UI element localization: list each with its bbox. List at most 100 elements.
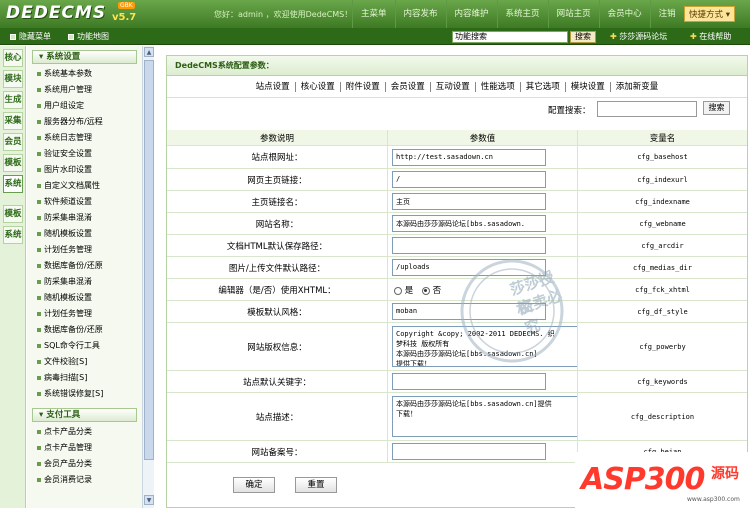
menu-item[interactable]: 病毒扫描[S]	[27, 370, 142, 386]
tab-attachment[interactable]: 附件设置	[341, 81, 386, 92]
menu-item[interactable]: 计划任务管理	[27, 306, 142, 322]
keywords-input[interactable]	[392, 373, 546, 390]
row-var: cfg_medias_dir	[577, 257, 747, 278]
config-search-input[interactable]	[597, 101, 697, 117]
row-value-cell	[387, 371, 577, 392]
row-var: cfg_basehost	[577, 146, 747, 168]
df-style-input[interactable]: moban	[392, 303, 546, 320]
menu-item[interactable]: 系统基本参数	[27, 66, 142, 82]
tab-module[interactable]: 模块设置	[566, 81, 611, 92]
left-menu: ▾ 系统设置 系统基本参数 系统用户管理 用户组设定 服务器分布/远程 系统日志…	[27, 46, 142, 508]
scroll-up-icon[interactable]: ▲	[144, 47, 154, 57]
menu-item-label: 文件校验[S]	[44, 357, 88, 366]
menu-item[interactable]: 文件校验[S]	[27, 354, 142, 370]
menu-group-payment[interactable]: ▾ 支付工具	[32, 408, 137, 422]
main-nav: 主菜单 内容发布 内容维护 系统主页 网站主页 会员中心 注销	[352, 0, 684, 28]
main-panel: DedeCMS系统配置参数： 站点设置 核心设置 附件设置 会员设置 互动设置 …	[166, 55, 748, 508]
xhtml-no-radio[interactable]	[421, 286, 430, 295]
menu-item[interactable]: 点卡产品分类	[27, 424, 142, 440]
tab-other[interactable]: 其它选项	[521, 81, 566, 92]
menu-group-system[interactable]: ▾ 系统设置	[32, 50, 137, 64]
medias-dir-input[interactable]: /uploads	[392, 259, 546, 276]
quick-menu-button[interactable]: 快捷方式 ▾	[684, 6, 735, 22]
nav-maintain[interactable]: 内容维护	[445, 0, 497, 28]
nav-site-home[interactable]: 网站主页	[547, 0, 599, 28]
description-textarea[interactable]: 本源码由莎莎源码论坛[bbs.sasadown.cn]提供 下载！	[392, 396, 578, 437]
menu-item[interactable]: 用户组设定	[27, 98, 142, 114]
scroll-thumb[interactable]	[144, 60, 154, 460]
row-label: 主页链接名：	[251, 197, 303, 208]
hide-menu-link[interactable]: 隐藏菜单	[10, 31, 51, 42]
webname-input[interactable]: 本源码由莎莎源码论坛[bbs.sasadown.	[392, 215, 546, 232]
bullet-icon	[37, 119, 41, 124]
menu-item[interactable]: 系统错误修复[S]	[27, 386, 142, 402]
menu-item[interactable]: 会员消费记录	[27, 472, 142, 488]
vtab-system-2[interactable]: 系统	[3, 226, 23, 244]
menu-item-label: 用户组设定	[44, 101, 84, 110]
table-row: 网站版权信息： Copyright &copy; 2002-2011 DEDEC…	[167, 323, 747, 371]
nav-logout[interactable]: 注销	[649, 0, 684, 28]
welcome-text: 您好：admin ，欢迎使用DedeCMS！	[214, 10, 353, 19]
bullet-icon	[37, 231, 41, 236]
menu-item[interactable]: 系统用户管理	[27, 82, 142, 98]
beian-input[interactable]	[392, 443, 546, 460]
menu-scrollbar[interactable]: ▲ ▼	[142, 46, 154, 508]
vtab-generate[interactable]: 生成	[3, 91, 23, 109]
row-value-cell: http://test.sasadown.cn	[387, 146, 577, 168]
vtab-core[interactable]: 核心	[3, 49, 23, 67]
menu-item[interactable]: 软件频道设置	[27, 194, 142, 210]
vtab-module[interactable]: 模块	[3, 70, 23, 88]
nav-main-menu[interactable]: 主菜单	[352, 0, 395, 28]
help-link[interactable]: ✚ 在线帮助	[690, 31, 731, 42]
indexname-input[interactable]: 主页	[392, 193, 546, 210]
function-search-button[interactable]: 搜索	[570, 31, 596, 43]
nav-member-center[interactable]: 会员中心	[598, 0, 650, 28]
menu-item[interactable]: 计划任务管理	[27, 242, 142, 258]
textarea-line: 本源码由莎莎源码论坛[bbs.sasadown.cn]提供	[396, 400, 552, 408]
menu-item[interactable]: 系统日志管理	[27, 130, 142, 146]
menu-item[interactable]: 自定义文档属性	[27, 178, 142, 194]
menu-item[interactable]: 防采集串混淆	[27, 210, 142, 226]
menu-item[interactable]: 防采集串混淆	[27, 274, 142, 290]
bullet-icon	[37, 477, 41, 482]
tab-add-variable[interactable]: 添加新变量	[611, 82, 664, 92]
forum-link[interactable]: ✚ 莎莎源码论坛	[610, 31, 667, 42]
bullet-icon	[37, 311, 41, 316]
menu-item-label: 数据库备份/还原	[44, 325, 103, 334]
ok-button[interactable]: 确定	[233, 477, 275, 493]
menu-item[interactable]: 点卡产品管理	[27, 440, 142, 456]
menu-item[interactable]: 数据库备份/还原	[27, 322, 142, 338]
vtab-system[interactable]: 系统	[3, 175, 23, 193]
menu-item[interactable]: 验证安全设置	[27, 146, 142, 162]
arcdir-input[interactable]	[392, 237, 546, 254]
menu-item[interactable]: 数据库备份/还原	[27, 258, 142, 274]
vtab-template-2[interactable]: 模板	[3, 205, 23, 223]
config-search-button[interactable]: 搜索	[703, 101, 730, 115]
xhtml-yes-radio[interactable]	[394, 286, 402, 295]
sub-toolbar: 隐藏菜单 功能地图 功能搜索 搜索 ✚ 莎莎源码论坛 ✚ 在线帮助	[0, 28, 750, 45]
powerby-textarea[interactable]: Copyright &copy; 2002-2011 DEDECMS. 织 梦科…	[392, 326, 578, 367]
menu-item[interactable]: 会员产品分类	[27, 456, 142, 472]
tab-site[interactable]: 站点设置	[251, 81, 296, 92]
function-search-input[interactable]: 功能搜索	[452, 31, 568, 43]
menu-item[interactable]: SQL命令行工具	[27, 338, 142, 354]
menu-item[interactable]: 图片水印设置	[27, 162, 142, 178]
nav-system-home[interactable]: 系统主页	[496, 0, 548, 28]
vtab-collect[interactable]: 采集	[3, 112, 23, 130]
tab-core[interactable]: 核心设置	[296, 81, 341, 92]
basehost-input[interactable]: http://test.sasadown.cn	[392, 149, 546, 166]
menu-item[interactable]: 随机模板设置	[27, 290, 142, 306]
tab-interaction[interactable]: 互动设置	[431, 81, 476, 92]
site-map-link[interactable]: 功能地图	[68, 31, 109, 42]
reset-button[interactable]: 重置	[295, 477, 337, 493]
tab-member[interactable]: 会员设置	[386, 81, 431, 92]
nav-publish[interactable]: 内容发布	[394, 0, 446, 28]
menu-item[interactable]: 随机模板设置	[27, 226, 142, 242]
scroll-down-icon[interactable]: ▼	[144, 495, 154, 505]
tab-performance[interactable]: 性能选项	[476, 81, 521, 92]
hide-menu-label: 隐藏菜单	[19, 32, 51, 41]
vtab-template[interactable]: 模板	[3, 154, 23, 172]
vtab-member[interactable]: 会员	[3, 133, 23, 151]
indexurl-input[interactable]: /	[392, 171, 546, 188]
menu-item[interactable]: 服务器分布/远程	[27, 114, 142, 130]
